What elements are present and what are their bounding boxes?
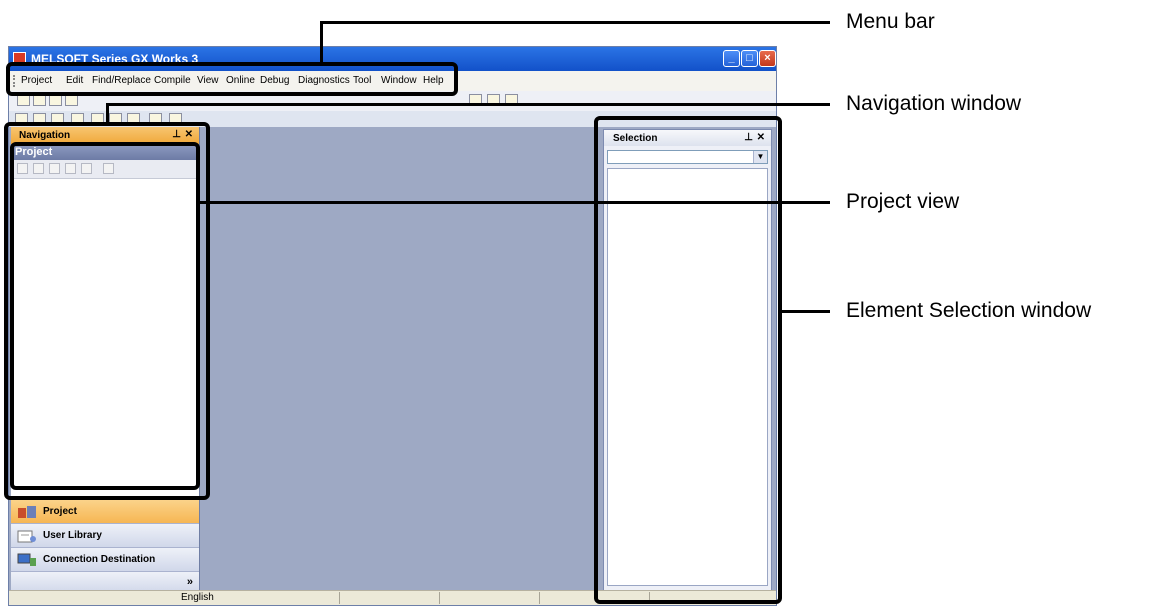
status-divider	[339, 592, 340, 604]
callout-project-view: Project view	[846, 190, 960, 213]
status-language: English	[181, 592, 214, 603]
nav-button-project[interactable]: Project	[11, 499, 199, 524]
leader-navigation-window	[106, 103, 830, 106]
leader-navigation-vertical	[106, 103, 109, 123]
chevron-more-icon: »	[186, 576, 193, 588]
nav-button-user-library-label: User Library	[43, 530, 102, 541]
close-button[interactable]: ×	[759, 50, 776, 67]
callout-navigation-window: Navigation window	[846, 92, 1022, 115]
nav-button-connection-destination-label: Connection Destination	[43, 554, 156, 565]
leader-menu-bar-vertical	[320, 21, 323, 63]
user-library-icon	[17, 529, 37, 543]
status-divider	[539, 592, 540, 604]
callout-menu-bar: Menu bar	[846, 10, 935, 33]
nav-button-connection-destination[interactable]: Connection Destination	[11, 547, 199, 572]
connection-destination-icon	[17, 553, 37, 567]
minimize-button[interactable]: _	[723, 50, 740, 67]
project-icon	[17, 505, 37, 519]
highlight-element-selection-window	[594, 116, 782, 604]
status-divider	[439, 592, 440, 604]
highlight-project-view	[10, 142, 200, 490]
leader-menu-bar	[320, 21, 830, 24]
nav-button-project-label: Project	[43, 506, 77, 517]
nav-button-user-library[interactable]: User Library	[11, 523, 199, 548]
leader-project-view	[196, 201, 830, 204]
leader-element-selection-window	[780, 310, 830, 313]
highlight-menu-bar	[6, 62, 458, 96]
maximize-button[interactable]: □	[741, 50, 758, 67]
callout-element-selection-window: Element Selection window	[846, 299, 1092, 322]
